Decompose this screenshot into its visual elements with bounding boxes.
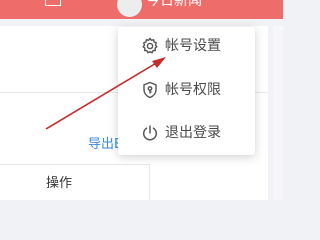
user-dropdown-menu: 帐号设置 帐号权限 退出登录 xyxy=(118,27,255,155)
top-bar: 今日新闻 xyxy=(0,0,283,19)
menu-item-account-permissions[interactable]: 帐号权限 xyxy=(118,76,255,104)
table-header-row xyxy=(0,164,150,200)
scrollbar[interactable] xyxy=(273,26,283,200)
menu-label-account-permissions: 帐号权限 xyxy=(165,82,221,98)
menu-item-account-settings[interactable]: 帐号设置 xyxy=(118,32,255,60)
shield-icon xyxy=(143,81,157,99)
window-icon[interactable] xyxy=(45,0,61,6)
menu-label-logout: 退出登录 xyxy=(165,125,221,141)
avatar[interactable] xyxy=(117,0,142,17)
power-icon xyxy=(142,125,158,141)
username[interactable]: 今日新闻 xyxy=(146,0,202,9)
menu-label-account-settings: 帐号设置 xyxy=(165,38,221,54)
table-header-actions: 操作 xyxy=(46,176,73,191)
gear-icon xyxy=(142,37,158,54)
menu-item-logout[interactable]: 退出登录 xyxy=(118,119,255,147)
